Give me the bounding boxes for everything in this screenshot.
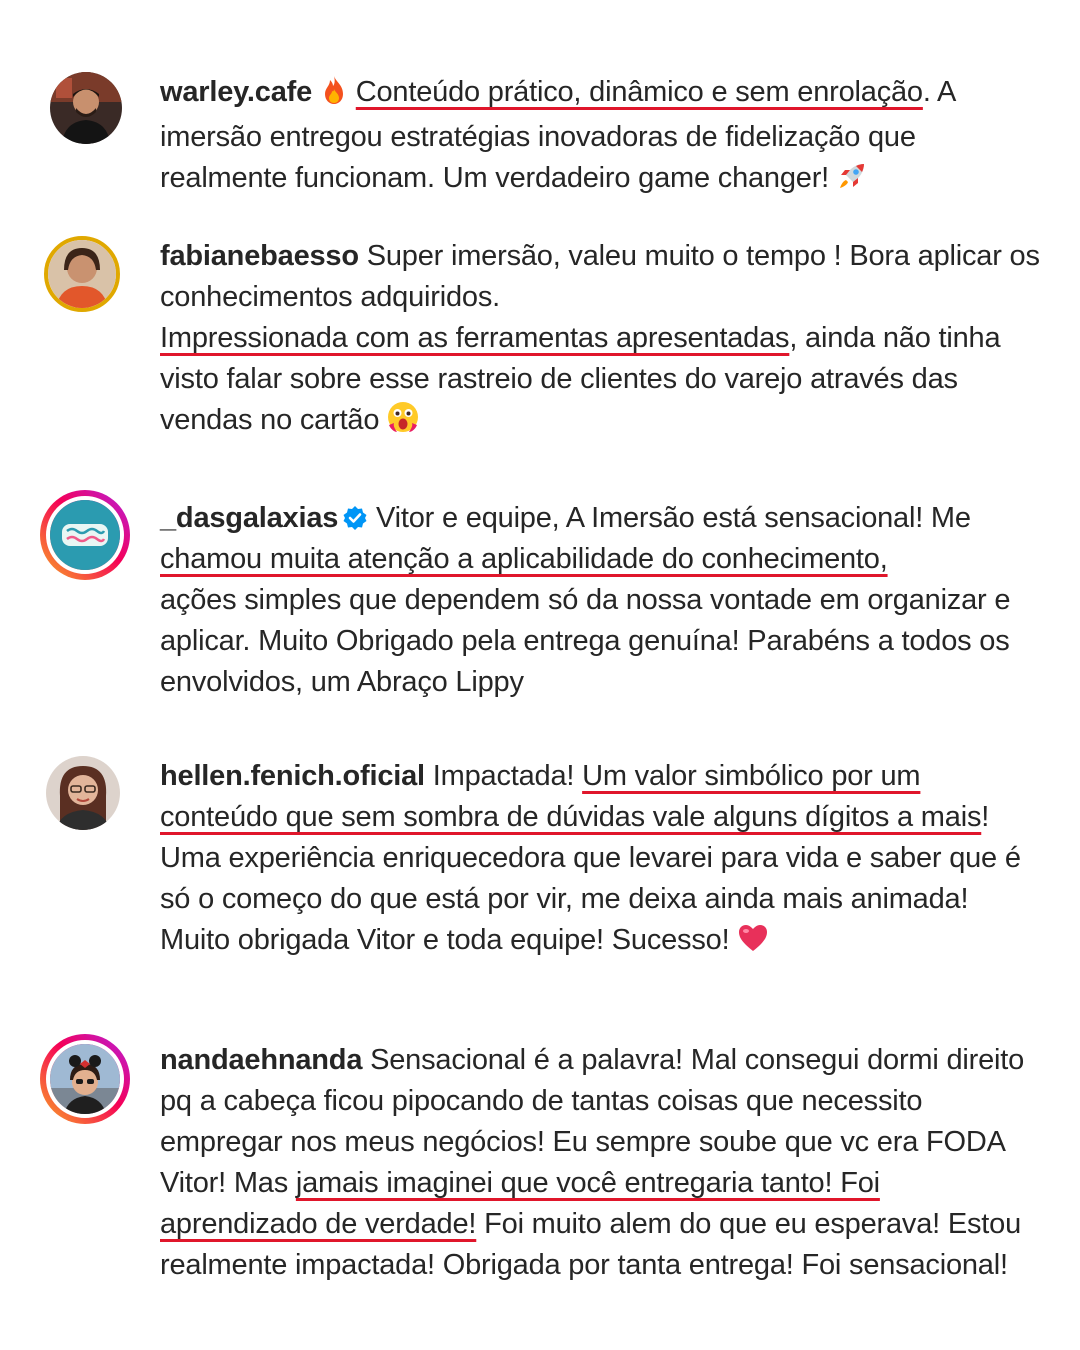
comment-body: Vitor e equipe, A Imersão está sensacion… xyxy=(376,502,971,534)
username[interactable]: fabianebaesso xyxy=(160,240,359,272)
avatar-photo xyxy=(46,756,120,830)
username[interactable]: warley.cafe xyxy=(160,76,312,108)
highlighted-text: chamou muita atenção a aplicabilidade do… xyxy=(160,543,888,575)
username[interactable]: nandaehnanda xyxy=(160,1044,362,1076)
avatar[interactable] xyxy=(50,72,122,144)
comment-text: nandaehnanda Sensacional é a palavra! Ma… xyxy=(160,1040,1040,1286)
comment-body: Impactada! xyxy=(432,760,575,792)
verified-badge-icon xyxy=(342,502,368,530)
avatar[interactable] xyxy=(44,236,120,312)
highlighted-text: Conteúdo prático, dinâmico e sem enrolaç… xyxy=(355,76,923,108)
highlighted-text: Impressionada com as ferramentas apresen… xyxy=(160,322,790,354)
rocket-icon xyxy=(837,161,867,203)
comment-text: hellen.fenich.oficial Impactada! Um valo… xyxy=(160,756,1040,965)
username[interactable]: _dasgalaxias xyxy=(160,502,338,534)
comment-text: warley.cafe Conteúdo prático, dinâmico e… xyxy=(160,72,1040,203)
comment-text: fabianebaesso Super imersão, valeu muito… xyxy=(160,236,1040,445)
comment-body: ações simples que dependem só da nossa v… xyxy=(160,584,1011,698)
avatar-photo xyxy=(46,1040,124,1118)
username[interactable]: hellen.fenich.oficial xyxy=(160,760,425,792)
avatar[interactable] xyxy=(40,1034,130,1124)
avatar[interactable] xyxy=(40,490,130,580)
heart-icon xyxy=(737,923,769,965)
astonished-face-icon xyxy=(387,401,419,445)
fire-icon xyxy=(320,75,348,117)
avatar[interactable] xyxy=(46,756,120,830)
avatar-photo xyxy=(46,496,124,574)
comment-text: _dasgalaxias Vitor e equipe, A Imersão e… xyxy=(160,498,1040,703)
avatar-photo xyxy=(50,72,122,144)
avatar-photo xyxy=(48,240,116,308)
